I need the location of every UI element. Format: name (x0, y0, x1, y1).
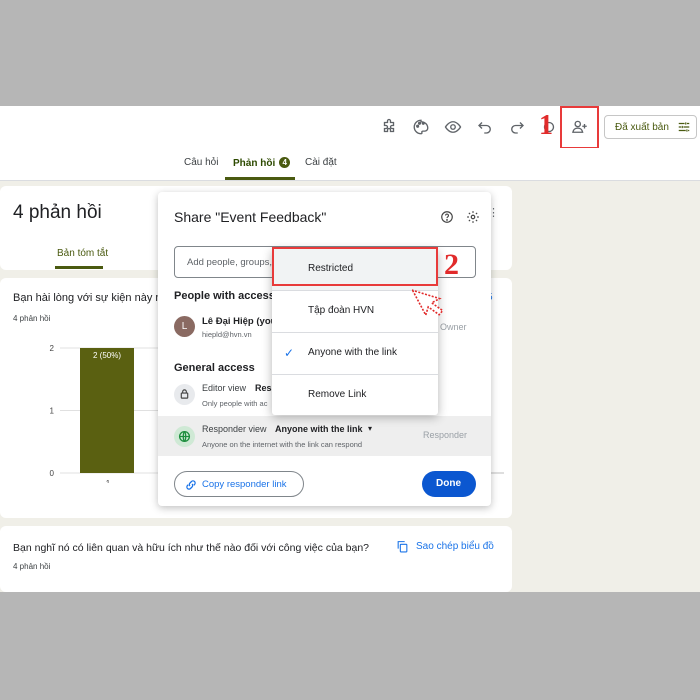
summary-tab-indicator (55, 266, 103, 269)
tab-responses[interactable]: Phản hồi 4 (233, 157, 291, 169)
published-label: Đã xuất bản (615, 122, 669, 133)
lock-icon (174, 384, 195, 405)
question-2-card: Bạn nghĩ nó có liên quan và hữu ích như … (0, 526, 512, 592)
owner-role: Owner (440, 322, 467, 332)
tab-settings[interactable]: Cài đặt (305, 157, 337, 168)
question-1-count: 4 phản hồi (13, 314, 51, 323)
copy-chart-button[interactable]: Sao chép biểu đồ (416, 541, 494, 552)
globe-icon (174, 426, 195, 447)
settings-icon (677, 120, 691, 134)
menu-item-anyone-with-link[interactable]: ✓ Anyone with the link (272, 333, 438, 374)
dropdown-arrow-icon[interactable]: ▾ (368, 424, 372, 433)
palette-icon[interactable] (410, 116, 432, 138)
y-tick-label: 0 (50, 469, 55, 478)
responder-view-description: Anyone on the internet with the link can… (202, 440, 363, 449)
people-with-access-heading: People with access (174, 290, 275, 302)
cursor-pointer-icon (412, 289, 444, 318)
editor-view-select[interactable]: Res (255, 383, 272, 393)
responder-view-row: Responder view Anyone with the link ▾ An… (158, 416, 491, 456)
active-tab-indicator (225, 177, 295, 180)
link-chain-icon (185, 478, 197, 490)
responder-view-label: Responder view (202, 424, 267, 434)
tab-bar: Câu hỏi Phản hồi 4 Cài đặt (0, 148, 700, 181)
editor-view-description: Only people with ac (202, 399, 268, 408)
undo-icon[interactable] (474, 116, 496, 138)
step-2-annotation: 2 (444, 248, 459, 281)
help-icon[interactable] (440, 210, 454, 224)
question-2-text: Bạn nghĩ nó có liên quan và hữu ích như … (13, 542, 370, 554)
responder-role: Responder (423, 430, 468, 440)
done-button[interactable]: Done (422, 471, 476, 497)
question-2-count: 4 phản hồi (13, 562, 51, 571)
step-2-highlight (272, 247, 438, 286)
menu-item-remove-link[interactable]: Remove Link (272, 375, 438, 416)
tab-responses-label: Phản hồi (233, 158, 276, 169)
avatar: L (174, 316, 195, 337)
add-people-placeholder: Add people, groups, (187, 257, 273, 268)
gear-icon[interactable] (466, 210, 480, 224)
check-icon: ✓ (284, 346, 295, 360)
step-1-annotation: 1 (539, 110, 553, 141)
person-email: hiepld@hvn.vn (202, 330, 252, 339)
menu-item-label: Tập đoàn HVN (308, 305, 375, 316)
y-tick-label: 2 (50, 344, 55, 353)
more-vert-icon[interactable]: ⋮ (488, 206, 499, 219)
add-person-icon[interactable] (569, 116, 591, 138)
redo-icon[interactable] (506, 116, 528, 138)
tab-summary[interactable]: Bản tóm tắt (57, 248, 108, 259)
published-button[interactable]: Đã xuất bản (604, 115, 697, 139)
top-toolbar: 1 Đã xuất bản (0, 106, 700, 149)
copy-responder-link-button[interactable]: Copy responder link (174, 471, 304, 497)
question-1-text: Bạn hài lòng với sự kiện này n (13, 292, 162, 304)
eye-icon[interactable] (442, 116, 464, 138)
responses-count-badge: 4 (279, 157, 291, 168)
copy-responder-link-label: Copy responder link (202, 479, 287, 490)
menu-item-label: Anyone with the link (308, 347, 397, 358)
editor-view-label: Editor view (202, 383, 247, 393)
puzzle-icon[interactable] (378, 116, 400, 138)
responses-title: 4 phản hồi (13, 202, 102, 223)
chart-bar (80, 348, 134, 473)
share-dialog-title: Share "Event Feedback" (174, 209, 327, 225)
person-name: Lê Đại Hiệp (you (202, 316, 277, 327)
done-label: Done (436, 478, 461, 489)
tab-questions[interactable]: Câu hỏi (184, 157, 218, 168)
menu-item-label: Remove Link (308, 389, 367, 400)
bar-data-label: 2 (50%) (93, 351, 121, 360)
responder-view-select[interactable]: Anyone with the link (275, 424, 363, 434)
general-access-heading: General access (174, 362, 255, 374)
copy-icon[interactable] (396, 540, 409, 553)
x-tick-label: 1 (106, 479, 111, 483)
y-tick-label: 1 (50, 407, 55, 416)
forms-screen: 1 Đã xuất bản Câu hỏi Phản hồi 4 Cài đặt … (0, 106, 700, 592)
